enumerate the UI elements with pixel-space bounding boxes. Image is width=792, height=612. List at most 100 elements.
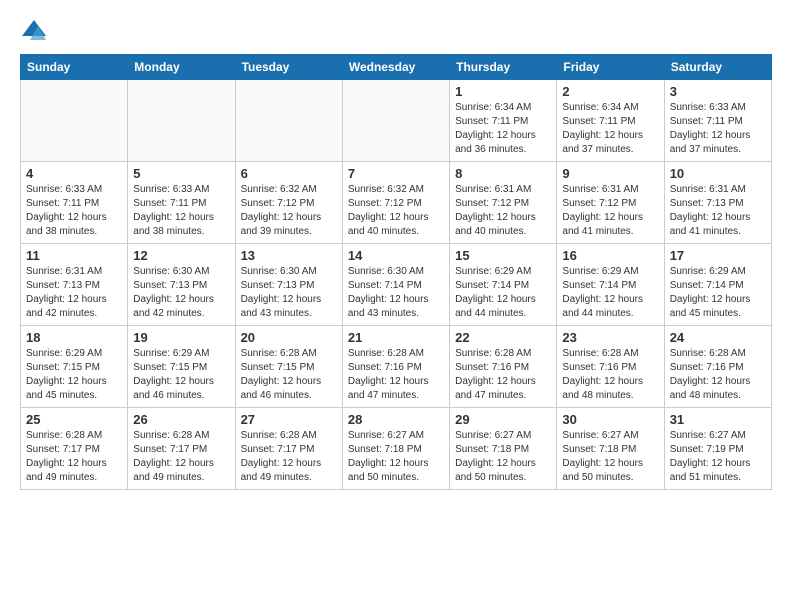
day-info: Sunrise: 6:28 AM Sunset: 7:17 PM Dayligh… (26, 429, 122, 485)
day-number: 20 (241, 330, 337, 345)
day-info: Sunrise: 6:31 AM Sunset: 7:13 PM Dayligh… (26, 265, 122, 321)
day-number: 6 (241, 166, 337, 181)
day-info: Sunrise: 6:33 AM Sunset: 7:11 PM Dayligh… (26, 183, 122, 239)
day-info: Sunrise: 6:33 AM Sunset: 7:11 PM Dayligh… (133, 183, 229, 239)
weekday-header-wednesday: Wednesday (342, 55, 449, 80)
day-cell: 4 Sunrise: 6:33 AM Sunset: 7:11 PM Daylig… (21, 162, 128, 244)
week-row-2: 4 Sunrise: 6:33 AM Sunset: 7:11 PM Daylig… (21, 162, 772, 244)
day-cell: 28 Sunrise: 6:27 AM Sunset: 7:18 PM Dayli… (342, 408, 449, 490)
day-info: Sunrise: 6:30 AM Sunset: 7:13 PM Dayligh… (133, 265, 229, 321)
weekday-header-sunday: Sunday (21, 55, 128, 80)
day-cell: 19 Sunrise: 6:29 AM Sunset: 7:15 PM Dayli… (128, 326, 235, 408)
day-number: 22 (455, 330, 551, 345)
page: SundayMondayTuesdayWednesdayThursdayFrid… (0, 0, 792, 612)
day-info: Sunrise: 6:30 AM Sunset: 7:14 PM Dayligh… (348, 265, 444, 321)
day-cell (21, 80, 128, 162)
day-number: 28 (348, 412, 444, 427)
day-info: Sunrise: 6:28 AM Sunset: 7:16 PM Dayligh… (455, 347, 551, 403)
day-info: Sunrise: 6:28 AM Sunset: 7:15 PM Dayligh… (241, 347, 337, 403)
day-cell: 16 Sunrise: 6:29 AM Sunset: 7:14 PM Dayli… (557, 244, 664, 326)
day-info: Sunrise: 6:32 AM Sunset: 7:12 PM Dayligh… (348, 183, 444, 239)
day-info: Sunrise: 6:33 AM Sunset: 7:11 PM Dayligh… (670, 101, 766, 157)
day-cell: 2 Sunrise: 6:34 AM Sunset: 7:11 PM Daylig… (557, 80, 664, 162)
day-info: Sunrise: 6:28 AM Sunset: 7:16 PM Dayligh… (670, 347, 766, 403)
day-info: Sunrise: 6:34 AM Sunset: 7:11 PM Dayligh… (562, 101, 658, 157)
day-cell: 21Sunrise: 6:28 AM Sunset: 7:16 PM Dayli… (342, 326, 449, 408)
day-cell: 11 Sunrise: 6:31 AM Sunset: 7:13 PM Dayli… (21, 244, 128, 326)
day-number: 19 (133, 330, 229, 345)
day-cell: 9 Sunrise: 6:31 AM Sunset: 7:12 PM Daylig… (557, 162, 664, 244)
day-cell: 23 Sunrise: 6:28 AM Sunset: 7:16 PM Dayli… (557, 326, 664, 408)
day-cell (235, 80, 342, 162)
day-info: Sunrise: 6:34 AM Sunset: 7:11 PM Dayligh… (455, 101, 551, 157)
day-cell: 15Sunrise: 6:29 AM Sunset: 7:14 PM Dayli… (450, 244, 557, 326)
weekday-header-thursday: Thursday (450, 55, 557, 80)
day-number: 24 (670, 330, 766, 345)
day-info: Sunrise: 6:27 AM Sunset: 7:19 PM Dayligh… (670, 429, 766, 485)
day-info: Sunrise: 6:31 AM Sunset: 7:13 PM Dayligh… (670, 183, 766, 239)
day-info: Sunrise: 6:30 AM Sunset: 7:13 PM Dayligh… (241, 265, 337, 321)
weekday-header-saturday: Saturday (664, 55, 771, 80)
day-cell: 26Sunrise: 6:28 AM Sunset: 7:17 PM Dayli… (128, 408, 235, 490)
day-info: Sunrise: 6:29 AM Sunset: 7:14 PM Dayligh… (562, 265, 658, 321)
day-number: 7 (348, 166, 444, 181)
day-info: Sunrise: 6:31 AM Sunset: 7:12 PM Dayligh… (562, 183, 658, 239)
day-cell: 22 Sunrise: 6:28 AM Sunset: 7:16 PM Dayli… (450, 326, 557, 408)
day-number: 11 (26, 248, 122, 263)
day-info: Sunrise: 6:29 AM Sunset: 7:15 PM Dayligh… (133, 347, 229, 403)
day-cell: 27 Sunrise: 6:28 AM Sunset: 7:17 PM Dayli… (235, 408, 342, 490)
day-number: 29 (455, 412, 551, 427)
week-row-4: 18 Sunrise: 6:29 AM Sunset: 7:15 PM Dayli… (21, 326, 772, 408)
day-cell: 18 Sunrise: 6:29 AM Sunset: 7:15 PM Dayli… (21, 326, 128, 408)
day-cell: 3 Sunrise: 6:33 AM Sunset: 7:11 PM Daylig… (664, 80, 771, 162)
day-number: 26 (133, 412, 229, 427)
logo-icon (20, 16, 48, 44)
day-number: 23 (562, 330, 658, 345)
day-cell: 6 Sunrise: 6:32 AM Sunset: 7:12 PM Daylig… (235, 162, 342, 244)
day-number: 9 (562, 166, 658, 181)
day-cell: 24 Sunrise: 6:28 AM Sunset: 7:16 PM Dayli… (664, 326, 771, 408)
day-cell: 7 Sunrise: 6:32 AM Sunset: 7:12 PM Daylig… (342, 162, 449, 244)
day-info: Sunrise: 6:31 AM Sunset: 7:12 PM Dayligh… (455, 183, 551, 239)
day-number: 2 (562, 84, 658, 99)
day-cell (128, 80, 235, 162)
day-cell: 29Sunrise: 6:27 AM Sunset: 7:18 PM Dayli… (450, 408, 557, 490)
day-cell: 1 Sunrise: 6:34 AM Sunset: 7:11 PM Daylig… (450, 80, 557, 162)
weekday-header-monday: Monday (128, 55, 235, 80)
day-info: Sunrise: 6:29 AM Sunset: 7:15 PM Dayligh… (26, 347, 122, 403)
day-number: 14 (348, 248, 444, 263)
day-cell: 12Sunrise: 6:30 AM Sunset: 7:13 PM Dayli… (128, 244, 235, 326)
day-number: 16 (562, 248, 658, 263)
day-number: 4 (26, 166, 122, 181)
weekday-header-row: SundayMondayTuesdayWednesdayThursdayFrid… (21, 55, 772, 80)
day-number: 17 (670, 248, 766, 263)
day-info: Sunrise: 6:28 AM Sunset: 7:16 PM Dayligh… (562, 347, 658, 403)
day-number: 8 (455, 166, 551, 181)
day-cell: 14 Sunrise: 6:30 AM Sunset: 7:14 PM Dayli… (342, 244, 449, 326)
day-number: 10 (670, 166, 766, 181)
day-cell: 10 Sunrise: 6:31 AM Sunset: 7:13 PM Dayli… (664, 162, 771, 244)
day-number: 5 (133, 166, 229, 181)
week-row-3: 11 Sunrise: 6:31 AM Sunset: 7:13 PM Dayli… (21, 244, 772, 326)
day-cell: 13 Sunrise: 6:30 AM Sunset: 7:13 PM Dayli… (235, 244, 342, 326)
day-info: Sunrise: 6:28 AM Sunset: 7:17 PM Dayligh… (241, 429, 337, 485)
day-cell: 25Sunrise: 6:28 AM Sunset: 7:17 PM Dayli… (21, 408, 128, 490)
day-number: 27 (241, 412, 337, 427)
day-cell (342, 80, 449, 162)
day-number: 1 (455, 84, 551, 99)
day-cell: 5 Sunrise: 6:33 AM Sunset: 7:11 PM Daylig… (128, 162, 235, 244)
day-cell: 31Sunrise: 6:27 AM Sunset: 7:19 PM Dayli… (664, 408, 771, 490)
day-number: 18 (26, 330, 122, 345)
day-number: 3 (670, 84, 766, 99)
day-cell: 20 Sunrise: 6:28 AM Sunset: 7:15 PM Dayli… (235, 326, 342, 408)
day-cell: 17Sunrise: 6:29 AM Sunset: 7:14 PM Dayli… (664, 244, 771, 326)
week-row-5: 25Sunrise: 6:28 AM Sunset: 7:17 PM Dayli… (21, 408, 772, 490)
day-cell: 30Sunrise: 6:27 AM Sunset: 7:18 PM Dayli… (557, 408, 664, 490)
day-number: 13 (241, 248, 337, 263)
day-info: Sunrise: 6:32 AM Sunset: 7:12 PM Dayligh… (241, 183, 337, 239)
logo (20, 16, 50, 44)
day-info: Sunrise: 6:27 AM Sunset: 7:18 PM Dayligh… (348, 429, 444, 485)
weekday-header-friday: Friday (557, 55, 664, 80)
day-cell: 8 Sunrise: 6:31 AM Sunset: 7:12 PM Daylig… (450, 162, 557, 244)
weekday-header-tuesday: Tuesday (235, 55, 342, 80)
